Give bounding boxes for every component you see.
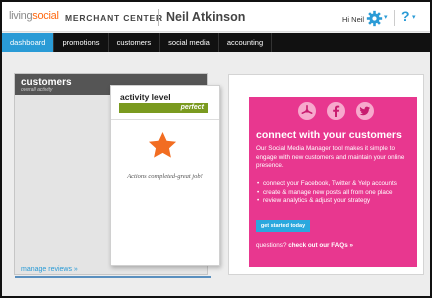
list-item: create & manage new posts all from one p… [257, 189, 413, 198]
settings-chevron-down-icon[interactable]: ▾ [384, 13, 388, 21]
faq-line: questions? check out our FAQs » [256, 242, 353, 249]
get-started-button[interactable]: get started today [256, 220, 310, 232]
connect-feature-list: connect your Facebook, Twitter & Yelp ac… [257, 180, 413, 206]
yelp-icon[interactable] [298, 102, 316, 120]
activity-message: Actions completed-great job! [127, 173, 203, 180]
section-title: MERCHANT CENTER [65, 13, 163, 23]
header-divider-right [394, 10, 395, 26]
main-nav: dashboard promotions customers social me… [2, 33, 430, 52]
list-item: connect your Facebook, Twitter & Yelp ac… [257, 180, 413, 189]
tab-promotions[interactable]: promotions [54, 33, 109, 52]
activity-level-bar: perfect [119, 103, 208, 113]
tab-customers[interactable]: customers [109, 33, 161, 52]
tab-dashboard[interactable]: dashboard [2, 33, 55, 52]
customers-subtitle: overall activity [21, 87, 53, 93]
tab-social-media[interactable]: social media [160, 33, 219, 52]
gear-icon[interactable] [366, 10, 383, 27]
facebook-icon[interactable] [327, 102, 345, 120]
customers-footer-bar [15, 276, 211, 278]
star-icon [148, 131, 177, 158]
list-item: review analytics & adjust your strategy [257, 197, 413, 206]
logo-text-living: living [9, 10, 33, 22]
faq-prefix: questions? [256, 242, 287, 249]
connect-description: Our Social Media Manager tool makes it s… [256, 145, 405, 169]
activity-card: activity level perfect Actions completed… [110, 85, 220, 266]
help-chevron-down-icon[interactable]: ▾ [412, 13, 416, 21]
twitter-icon[interactable] [356, 102, 374, 120]
top-header: livingsocial MERCHANT CENTER Neil Atkins… [2, 2, 430, 32]
business-name: Neil Atkinson [166, 10, 246, 24]
manage-reviews-link[interactable]: manage reviews » [21, 266, 78, 273]
logo-text-social: social [32, 10, 59, 22]
help-icon[interactable]: ? [401, 8, 410, 24]
connect-card: connect with your customers Our Social M… [249, 97, 417, 267]
activity-divider [111, 119, 219, 120]
faq-link[interactable]: check out our FAQs » [288, 242, 353, 249]
connect-title: connect with your customers [256, 129, 402, 141]
header-divider [158, 9, 159, 26]
tab-accounting[interactable]: accounting [219, 33, 273, 52]
connect-panel: connect with your customers Our Social M… [228, 74, 424, 275]
livingsocial-logo[interactable]: livingsocial [9, 10, 59, 22]
activity-title: activity level [120, 92, 171, 102]
user-greeting[interactable]: Hi Neil [342, 15, 364, 24]
app-frame: livingsocial MERCHANT CENTER Neil Atkins… [2, 2, 430, 296]
activity-level-label: perfect [180, 104, 204, 111]
